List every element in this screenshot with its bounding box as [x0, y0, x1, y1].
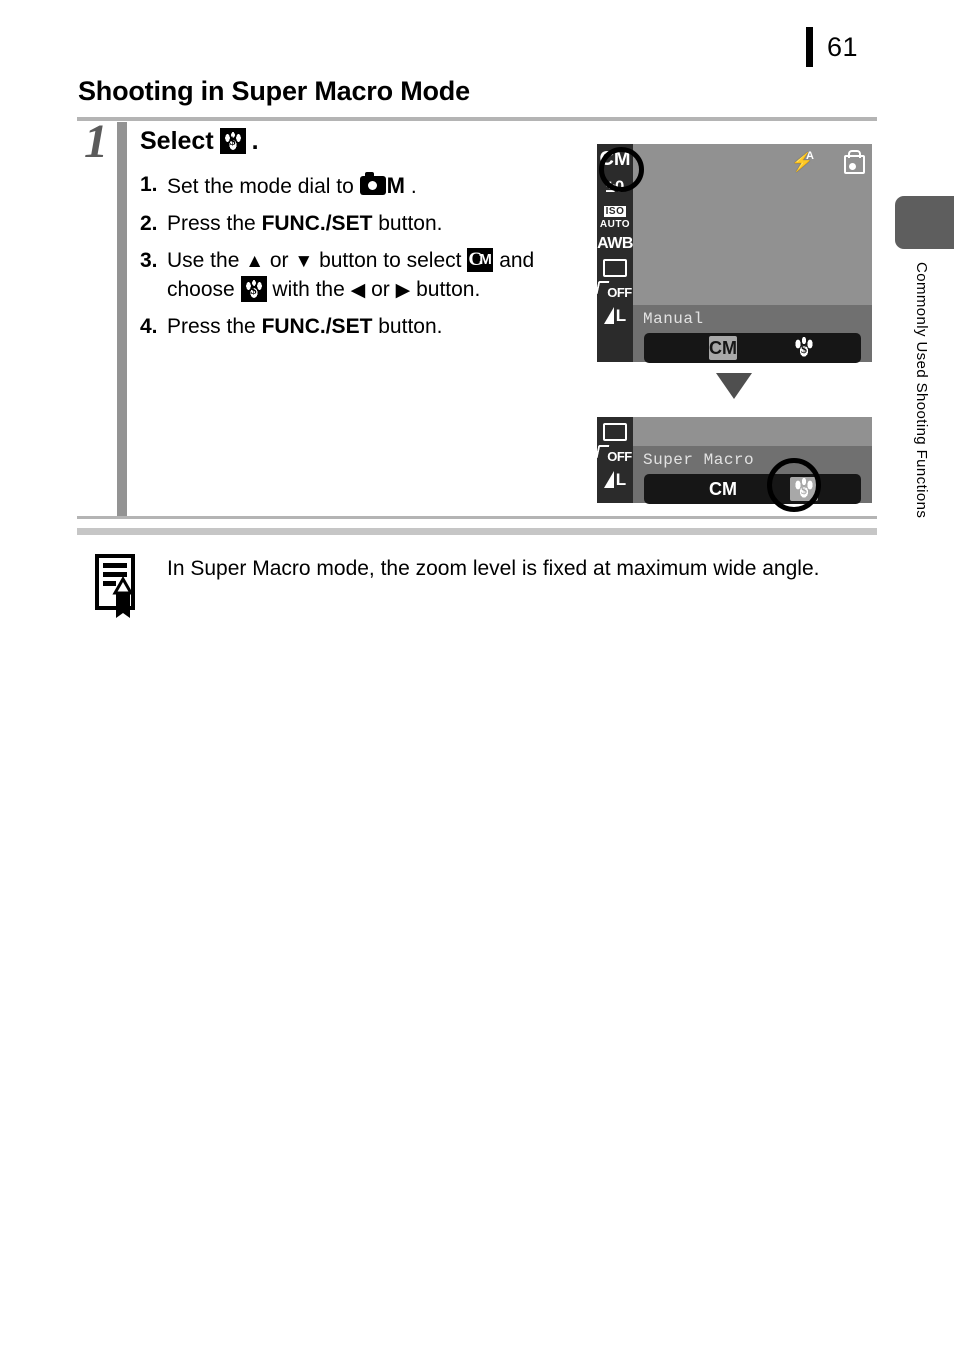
lcd-menu-label: Super Macro: [643, 451, 755, 469]
lcd-option-bar[interactable]: CM $: [644, 474, 861, 504]
camera-shake-icon: [843, 150, 865, 174]
option-cm[interactable]: CM: [709, 477, 737, 501]
list-item: 1. Set the mode dial to M .: [140, 170, 570, 202]
super-macro-icon: $: [219, 128, 246, 154]
func-set-button-label: FUNC./SET: [261, 211, 373, 235]
awb-white-balance-icon: AWB: [597, 235, 633, 252]
step-content: Select $ . 1. Set the mode dial to M . 2…: [140, 126, 570, 349]
option-cm-label: CM: [709, 479, 737, 499]
down-arrow-icon: ▼: [294, 250, 314, 272]
camera-lcd-screen-super-macro: OFF L Super Macro CM $: [597, 417, 872, 512]
substep-3-e: with the: [272, 278, 345, 302]
page-number-rule: [806, 27, 813, 67]
super-macro-icon: $: [240, 276, 267, 303]
substep-number: 2.: [140, 211, 158, 235]
flash-auto-icon: ⚡ A: [791, 150, 814, 173]
note-block: In Super Macro mode, the zoom level is f…: [92, 552, 882, 618]
substep-1-lead: Set the mode dial to: [167, 175, 354, 198]
note-text: In Super Macro mode, the zoom level is f…: [167, 557, 820, 580]
image-quality-large-icon: L: [603, 470, 627, 489]
chapter-tab: [895, 196, 954, 249]
substep-3-g: button.: [416, 278, 481, 302]
highlight-ring-cm: [599, 147, 644, 192]
flash-off-label: OFF: [607, 449, 632, 464]
memo-note-svg: [95, 554, 135, 618]
right-arrow-icon: ▶: [395, 280, 411, 302]
flower-s-glyph: $: [801, 342, 807, 356]
substep-list: 1. Set the mode dial to M . 2. Press the…: [140, 170, 570, 342]
list-item: 2. Press the FUNC./SET button.: [140, 209, 570, 239]
substep-number: 3.: [140, 248, 158, 272]
lcd-status-icons: ⚡ A: [791, 150, 865, 174]
substep-3-b: or: [269, 248, 289, 272]
iso-auto-icon: ISO AUTO: [600, 201, 630, 230]
lcd-menu-label: Manual: [643, 310, 704, 328]
flash-auto-letter: A: [806, 150, 814, 162]
quality-wedge: [603, 307, 614, 324]
heading-divider: [77, 117, 877, 121]
func-set-button-label: FUNC./SET: [261, 315, 373, 339]
step-title: Select $ .: [140, 126, 570, 156]
left-arrow-icon: ◀: [350, 280, 366, 302]
step-title-period: .: [251, 127, 259, 155]
substep-2-lead: Press the: [167, 211, 256, 235]
quality-label: L: [615, 470, 627, 489]
step-vertical-rule: [117, 122, 127, 516]
chapter-tab-label: Commonly Used Shooting Functions: [913, 262, 930, 519]
substep-number: 1.: [140, 173, 158, 196]
super-macro-icon: $: [794, 337, 814, 359]
content-divider-lower: [77, 528, 877, 535]
content-divider-upper: [77, 516, 877, 519]
flower-s-glyph: $: [801, 483, 807, 497]
cm-mode-icon: CM: [467, 247, 494, 272]
substep-4-lead: Press the: [167, 315, 256, 339]
option-cm-label: CM: [709, 338, 737, 358]
substep-3-c: button to select: [319, 248, 462, 272]
flash-off-icon: OFF: [598, 285, 632, 300]
iso-value: AUTO: [599, 219, 631, 230]
memo-note-icon: [92, 552, 144, 618]
substep-4-tail: button.: [378, 315, 443, 339]
camera-lens-glyph: [849, 163, 856, 170]
flash-off-icon: OFF: [598, 449, 632, 464]
list-item: 3. Use the ▲ or ▼ button to select CM an…: [140, 246, 570, 306]
mode-dial-m-label: M: [386, 173, 405, 198]
list-item: 4. Press the FUNC./SET button.: [140, 312, 570, 342]
substep-3-a: Use the: [167, 248, 240, 272]
step-number: 1: [84, 115, 108, 168]
drive-mode-icon: [603, 423, 627, 441]
substep-text: Use the ▲ or ▼ button to select CM and c…: [167, 246, 570, 306]
page-number: 61: [827, 31, 859, 62]
flash-off-label: OFF: [607, 285, 632, 300]
substep-number: 4.: [140, 315, 158, 339]
camera-lcd-screen-manual: CM ±0 ISO AUTO AWB OFF L ⚡ A Manual CM $: [597, 144, 872, 363]
lcd-sidebar-icons: OFF L: [597, 417, 633, 503]
iso-label: ISO: [603, 206, 627, 217]
drive-mode-icon: [603, 259, 627, 277]
substep-text: Press the FUNC./SET button.: [167, 312, 570, 342]
substep-3-f: or: [371, 278, 390, 302]
transition-down-arrow-icon: [716, 373, 752, 399]
option-super-macro[interactable]: $: [790, 336, 818, 360]
camera-manual-icon: [359, 172, 386, 195]
quality-wedge: [603, 471, 614, 488]
substep-text: Press the FUNC./SET button.: [167, 209, 570, 239]
page-number-group: 61: [806, 26, 858, 68]
substep-1-tail: .: [410, 175, 417, 198]
lcd-option-bar[interactable]: CM $: [644, 333, 861, 363]
image-quality-large-icon: L: [603, 306, 627, 325]
substep-text: Set the mode dial to M .: [167, 170, 570, 202]
option-cm[interactable]: CM: [709, 336, 737, 360]
substep-2-tail: button.: [378, 211, 443, 235]
page-title: Shooting in Super Macro Mode: [78, 76, 470, 106]
up-arrow-icon: ▲: [245, 250, 265, 272]
quality-label: L: [615, 306, 627, 325]
step-title-text: Select: [140, 127, 214, 155]
